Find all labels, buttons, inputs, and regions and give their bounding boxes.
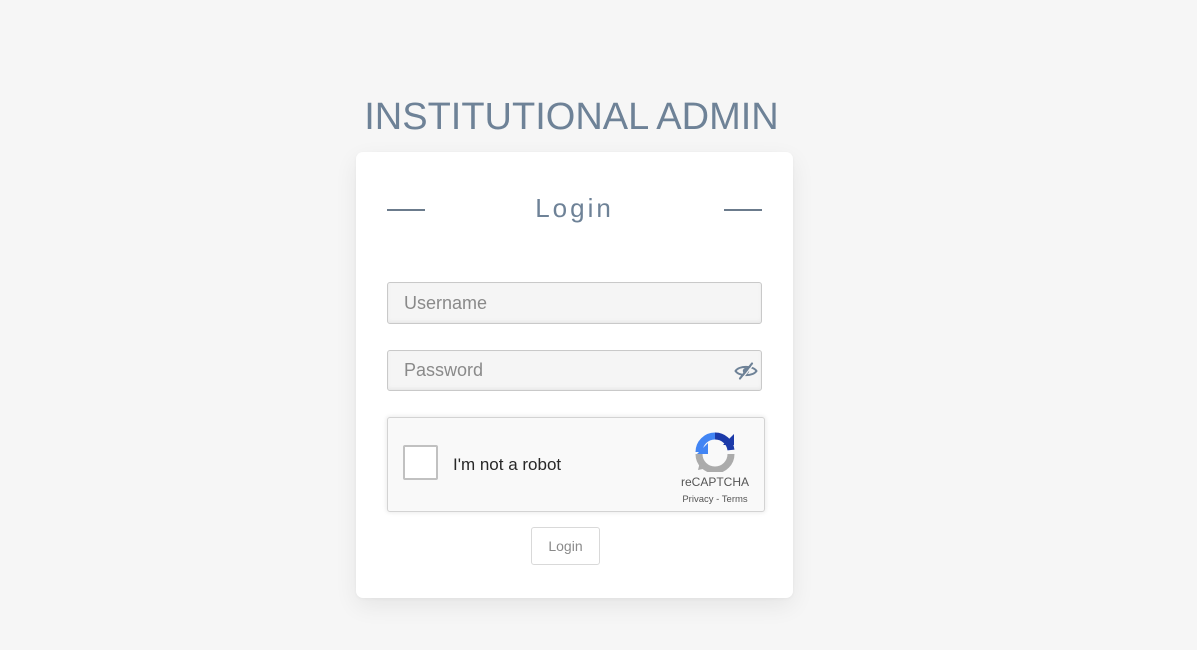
- username-field: [387, 282, 762, 324]
- login-heading-text: Login: [535, 193, 614, 223]
- recaptcha-terms-link[interactable]: Terms: [722, 494, 748, 505]
- login-card: Login I'm not a robot: [356, 152, 793, 598]
- login-page: INSTITUTIONAL ADMIN Login I'm not a: [0, 0, 1197, 650]
- recaptcha-logo-icon: [694, 432, 736, 474]
- recaptcha-link-separator: -: [716, 494, 720, 505]
- password-field: [387, 350, 762, 391]
- recaptcha-checkbox[interactable]: [403, 445, 438, 480]
- recaptcha-label: I'm not a robot: [453, 455, 562, 474]
- password-input[interactable]: [388, 351, 761, 390]
- app-title: INSTITUTIONAL ADMIN: [364, 96, 779, 138]
- recaptcha-privacy-link[interactable]: Privacy: [682, 494, 713, 505]
- username-input[interactable]: [388, 283, 761, 323]
- recaptcha-widget: I'm not a robot reCAPTCHA Privacy - Term…: [387, 417, 765, 512]
- recaptcha-links: Privacy - Terms: [672, 494, 758, 505]
- heading-divider-right: [724, 209, 762, 211]
- login-heading: Login: [387, 190, 762, 230]
- eye-slash-icon[interactable]: [734, 361, 758, 381]
- login-button[interactable]: Login: [531, 527, 600, 565]
- recaptcha-brand: reCAPTCHA: [680, 475, 749, 489]
